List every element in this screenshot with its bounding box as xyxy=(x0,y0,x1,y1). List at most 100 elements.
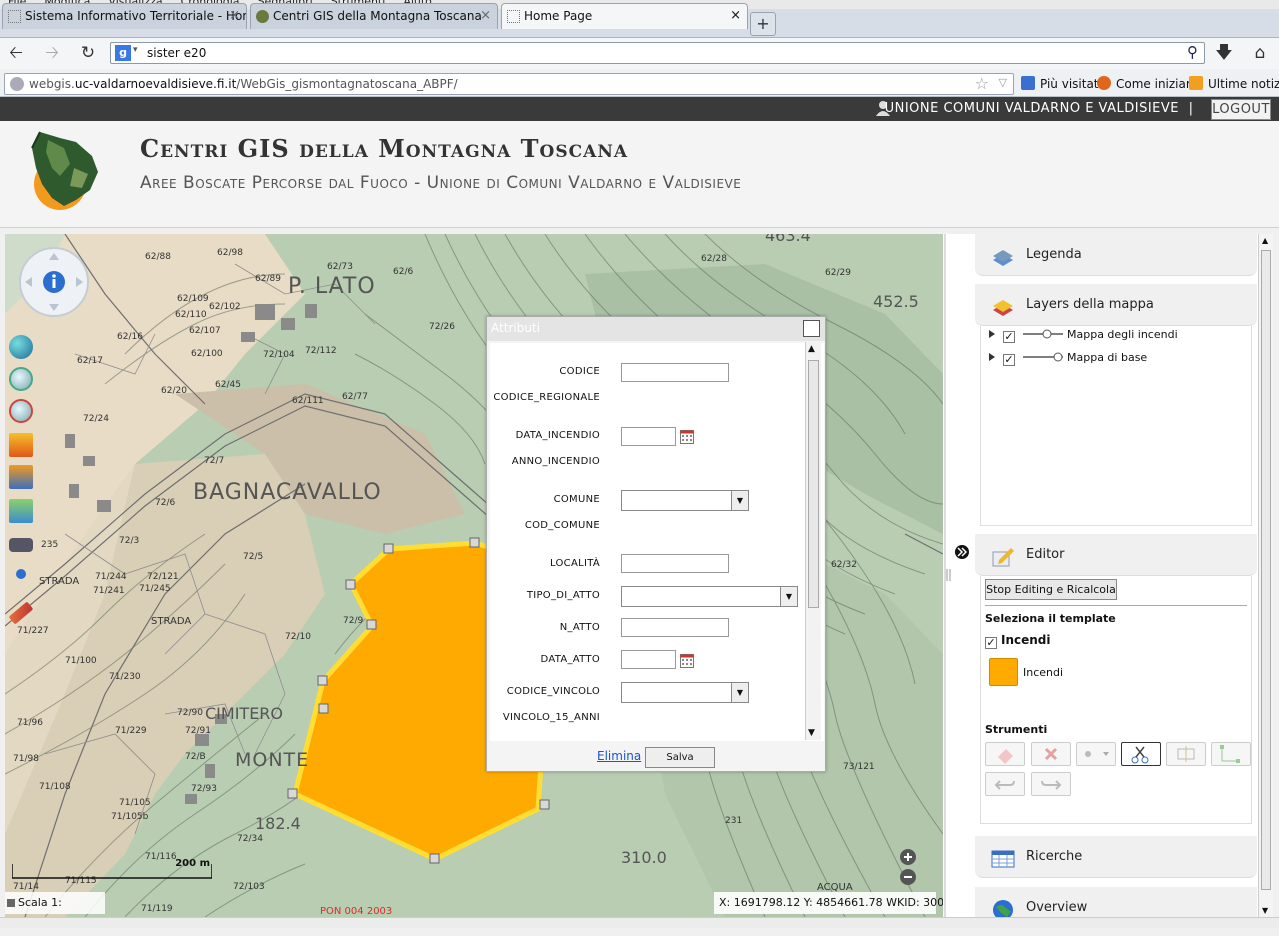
url-bar[interactable]: webgis.uc-valdarnoevaldisieve.fi.it/WebG… xyxy=(4,73,1014,95)
layers-icon xyxy=(991,294,1015,316)
parcel-label: 72/3 xyxy=(119,536,140,546)
template-swatch[interactable] xyxy=(989,658,1018,686)
scroll-up-icon[interactable]: ▲ xyxy=(808,344,815,354)
zoom-out-icon[interactable] xyxy=(9,399,33,423)
parcel-label: 62/98 xyxy=(217,248,243,258)
bookmark-piu-visitati[interactable]: Più visitati xyxy=(1021,76,1102,91)
scrollbar-thumb[interactable] xyxy=(1261,250,1271,890)
fire-map-icon[interactable] xyxy=(9,465,33,489)
comune-select[interactable]: ▼ xyxy=(621,490,749,511)
layer-row-base[interactable]: ✓ Mappa di base xyxy=(989,351,1147,366)
close-tab-icon[interactable]: × xyxy=(480,4,491,28)
bookmark-come-iniziare[interactable]: Come iniziare xyxy=(1097,76,1198,91)
forward-arrow-icon[interactable]: 🡢 xyxy=(42,44,62,64)
measure-ruler-icon[interactable] xyxy=(8,601,34,625)
eraser-tool-icon[interactable] xyxy=(985,742,1025,766)
pan-control[interactable] xyxy=(18,246,90,318)
delete-link[interactable]: Elimina xyxy=(597,749,641,763)
panel-scrollbar[interactable]: ▲ ▼ xyxy=(1258,234,1273,917)
fire-icon[interactable] xyxy=(9,433,33,457)
reload-icon[interactable]: ↻ xyxy=(78,44,98,64)
template-item-label[interactable]: Incendi xyxy=(1023,666,1063,679)
tuscany-logo-icon xyxy=(30,128,102,212)
delete-tool-icon[interactable] xyxy=(1031,742,1071,766)
zoom-control[interactable] xyxy=(898,848,918,888)
dialog-scrollbar[interactable]: ▲ ▼ xyxy=(805,342,821,740)
expand-arrow-icon[interactable] xyxy=(989,330,995,338)
calendar-icon[interactable] xyxy=(680,430,694,444)
parcel-label: 71/108 xyxy=(39,782,71,792)
editor-header[interactable]: Editor xyxy=(975,534,1257,576)
add-layer-icon[interactable] xyxy=(9,499,33,523)
panel-splitter[interactable] xyxy=(943,234,975,917)
data-atto-input[interactable] xyxy=(621,650,676,669)
tab-sistema-informativo[interactable]: Sistema Informativo Territoriale - Home … xyxy=(2,3,247,29)
bookmark-star-icon[interactable]: ☆ xyxy=(975,74,989,93)
scroll-down-icon[interactable]: ▼ xyxy=(808,728,815,738)
scroll-up-icon[interactable]: ▲ xyxy=(1262,236,1268,245)
chevron-down-icon[interactable]: ▾ xyxy=(133,45,138,55)
bookmark-ultime-notizie[interactable]: Ultime notizie xyxy=(1189,76,1279,91)
template-group[interactable]: ✓ Incendi xyxy=(985,633,1051,649)
parcel-label: 72/9 xyxy=(343,616,364,626)
tab-home-page[interactable]: Home Page × xyxy=(501,3,748,29)
close-tab-icon[interactable]: × xyxy=(229,4,240,28)
scroll-down-icon[interactable]: ▼ xyxy=(1262,906,1268,915)
map-label-place: P. LATO xyxy=(288,274,376,299)
close-icon[interactable]: × xyxy=(803,320,820,337)
codice-input[interactable] xyxy=(621,363,729,382)
browser-search-input[interactable]: g ▾ sister e20 ⚲ xyxy=(110,42,1205,64)
search-icon[interactable]: ⚲ xyxy=(1187,43,1198,61)
expand-arrow-icon[interactable] xyxy=(989,353,995,361)
cut-tool-icon[interactable] xyxy=(1121,742,1161,766)
codice-vincolo-select[interactable]: ▼ xyxy=(621,682,749,703)
overview-header[interactable]: Overview xyxy=(975,887,1257,917)
ricerche-header[interactable]: Ricerche xyxy=(975,836,1257,878)
settings-gear-icon[interactable] xyxy=(16,569,26,579)
rss-icon xyxy=(1189,76,1203,90)
point-tool-icon[interactable] xyxy=(1076,742,1116,766)
parcel-label: 71/100 xyxy=(65,656,97,666)
field-label-codice-vincolo: CODICE_VINCOLO xyxy=(506,686,600,697)
editor-pencil-icon xyxy=(991,544,1015,567)
template-checkbox[interactable]: ✓ xyxy=(985,637,997,649)
opacity-slider[interactable] xyxy=(1023,352,1063,362)
back-arrow-icon[interactable]: 🡠 xyxy=(6,44,26,64)
parcel-label: 62/110 xyxy=(175,310,207,320)
logout-button[interactable]: LOGOUT xyxy=(1211,99,1271,120)
n-atto-input[interactable] xyxy=(621,618,729,637)
new-tab-button[interactable]: + xyxy=(750,12,776,36)
layers-header[interactable]: Layers della mappa xyxy=(975,284,1257,326)
tipo-di-atto-select[interactable]: ▼ xyxy=(621,586,798,607)
opacity-slider[interactable] xyxy=(1023,329,1063,339)
binoculars-icon[interactable] xyxy=(9,538,33,552)
zoom-in-icon[interactable] xyxy=(9,367,33,391)
scrollbar-thumb[interactable] xyxy=(808,360,819,608)
dropdown-arrow-icon[interactable]: ▽ xyxy=(999,76,1007,89)
redo-icon[interactable] xyxy=(1031,772,1071,796)
localita-input[interactable] xyxy=(621,554,729,573)
reshape-tool-icon[interactable] xyxy=(1166,742,1206,766)
legend-header[interactable]: Legenda xyxy=(975,234,1257,276)
save-button[interactable]: Salva xyxy=(645,747,715,768)
parcel-label: 62/109 xyxy=(177,294,209,304)
home-icon[interactable]: ⌂ xyxy=(1250,44,1270,64)
full-extent-globe-icon[interactable] xyxy=(9,335,33,359)
layer-checkbox[interactable]: ✓ xyxy=(1003,354,1015,366)
undo-icon[interactable] xyxy=(985,772,1025,796)
divider xyxy=(985,605,1247,606)
calendar-icon[interactable] xyxy=(680,654,694,668)
field-label-localita: LOCALITÀ xyxy=(549,558,600,569)
dialog-header[interactable]: Attributi × xyxy=(487,317,825,341)
layer-row-incendi[interactable]: ✓ Mappa degli incendi xyxy=(989,328,1178,343)
edit-vertices-tool-icon[interactable] xyxy=(1211,742,1251,766)
data-incendio-input[interactable] xyxy=(621,427,676,446)
download-icon[interactable]: 🡇 xyxy=(1214,44,1234,64)
stop-editing-button[interactable]: Stop Editing e Ricalcola xyxy=(985,579,1117,600)
parcel-label: 73/121 xyxy=(843,762,875,772)
parcel-label: 62/28 xyxy=(701,254,727,264)
close-tab-icon[interactable]: × xyxy=(730,4,741,28)
legend-label: Legenda xyxy=(1026,247,1082,262)
tab-centri-gis[interactable]: Centri GIS della Montagna Toscana × xyxy=(250,3,498,29)
layer-checkbox[interactable]: ✓ xyxy=(1003,331,1015,343)
